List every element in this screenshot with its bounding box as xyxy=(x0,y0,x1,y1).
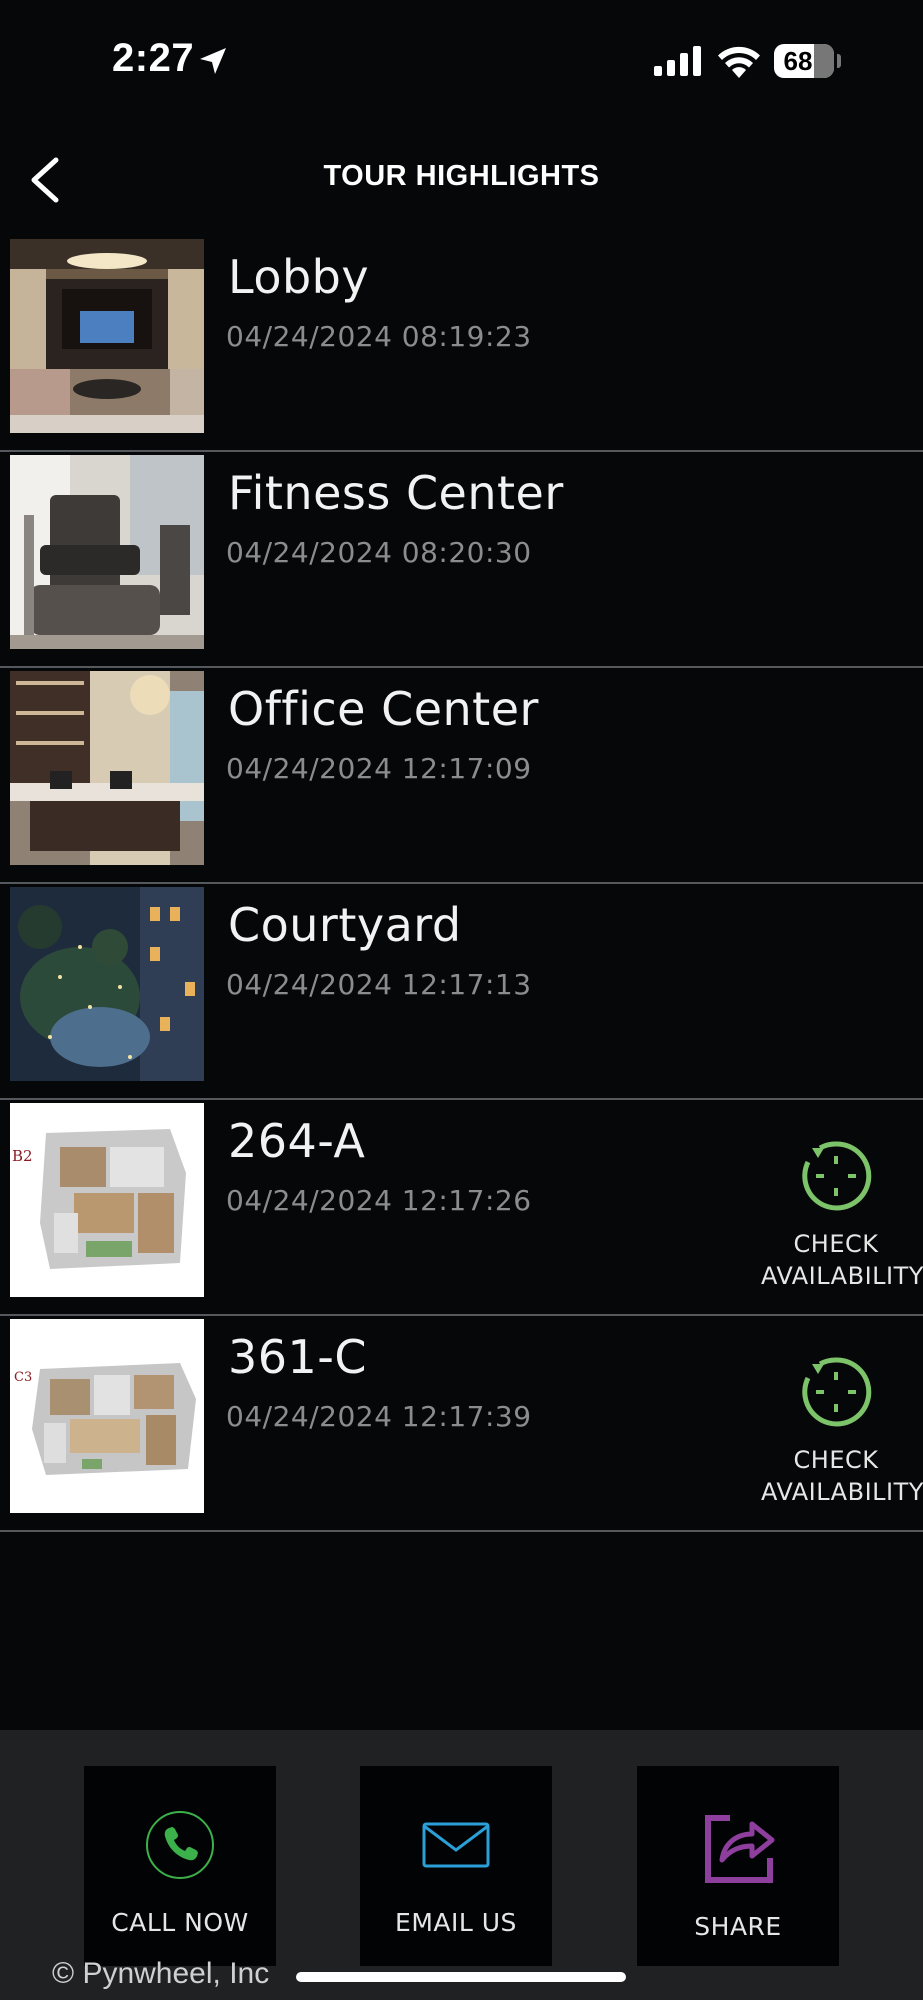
cellular-signal-icon xyxy=(654,46,701,76)
lobby-thumbnail xyxy=(10,239,204,433)
share-label: SHARE xyxy=(694,1912,782,1941)
phone-icon xyxy=(146,1811,214,1879)
email-us-label: EMAIL US xyxy=(395,1908,517,1937)
check-availability-label: CHECK AVAILABILITY xyxy=(761,1230,923,1290)
location-arrow-icon xyxy=(200,48,226,74)
item-name: Courtyard xyxy=(228,898,462,952)
battery-icon: 68 xyxy=(774,44,834,78)
check-availability-button[interactable]: CHECK AVAILABILITY xyxy=(761,1354,923,1508)
item-timestamp: 04/24/2024 12:17:39 xyxy=(226,1400,532,1433)
availability-clock-icon xyxy=(802,1357,872,1427)
item-name: 264-A xyxy=(228,1114,366,1168)
item-name: 361-C xyxy=(228,1330,368,1384)
share-button[interactable]: SHARE xyxy=(637,1766,839,1966)
item-timestamp: 04/24/2024 12:17:09 xyxy=(226,752,532,785)
item-timestamp: 04/24/2024 12:17:13 xyxy=(226,968,532,1001)
copyright-text: © Pynwheel, Inc xyxy=(52,1957,270,1990)
wifi-icon xyxy=(718,46,760,78)
status-time: 2:27 xyxy=(112,36,195,80)
office-center-thumbnail xyxy=(10,671,204,865)
list-item-lobby[interactable]: Lobby 04/24/2024 08:19:23 xyxy=(0,236,923,452)
courtyard-thumbnail xyxy=(10,887,204,1081)
list-item-264-a[interactable]: B2 264-A 04/24/2024 12:17:26 CHECK AVAIL… xyxy=(0,1100,923,1316)
tour-highlights-list: Lobby 04/24/2024 08:19:23 Fitness Center… xyxy=(0,236,923,1532)
check-availability-button[interactable]: CHECK AVAILABILITY xyxy=(761,1138,923,1292)
list-item-courtyard[interactable]: Courtyard 04/24/2024 12:17:13 xyxy=(0,884,923,1100)
share-icon xyxy=(705,1815,775,1883)
call-now-label: CALL NOW xyxy=(111,1908,249,1937)
floorplan-264-a-thumbnail: B2 xyxy=(10,1103,204,1297)
fitness-center-thumbnail xyxy=(10,455,204,649)
call-now-button[interactable]: CALL NOW xyxy=(84,1766,276,1966)
floorplan-code: C3 xyxy=(14,1370,32,1385)
home-indicator[interactable] xyxy=(296,1972,626,1982)
item-name: Fitness Center xyxy=(228,466,564,520)
item-name: Office Center xyxy=(228,682,539,736)
list-item-office-center[interactable]: Office Center 04/24/2024 12:17:09 xyxy=(0,668,923,884)
status-bar: 2:27 68 xyxy=(0,0,923,120)
list-item-fitness-center[interactable]: Fitness Center 04/24/2024 08:20:30 xyxy=(0,452,923,668)
item-timestamp: 04/24/2024 08:20:30 xyxy=(226,536,532,569)
email-us-button[interactable]: EMAIL US xyxy=(360,1766,552,1966)
check-availability-label: CHECK AVAILABILITY xyxy=(761,1446,923,1506)
floorplan-code: B2 xyxy=(12,1147,33,1165)
list-item-361-c[interactable]: C3 361-C 04/24/2024 12:17:39 CHECK AVAIL… xyxy=(0,1316,923,1532)
item-timestamp: 04/24/2024 08:19:23 xyxy=(226,320,532,353)
battery-level: 68 xyxy=(783,46,813,76)
battery-nub xyxy=(837,54,841,68)
envelope-icon xyxy=(422,1822,490,1868)
page-title: TOUR HIGHLIGHTS xyxy=(323,160,600,192)
item-name: Lobby xyxy=(228,250,370,304)
availability-clock-icon xyxy=(802,1141,872,1211)
item-timestamp: 04/24/2024 12:17:26 xyxy=(226,1184,532,1217)
nav-header: TOUR HIGHLIGHTS xyxy=(0,130,923,230)
floorplan-361-c-thumbnail: C3 xyxy=(10,1319,204,1513)
